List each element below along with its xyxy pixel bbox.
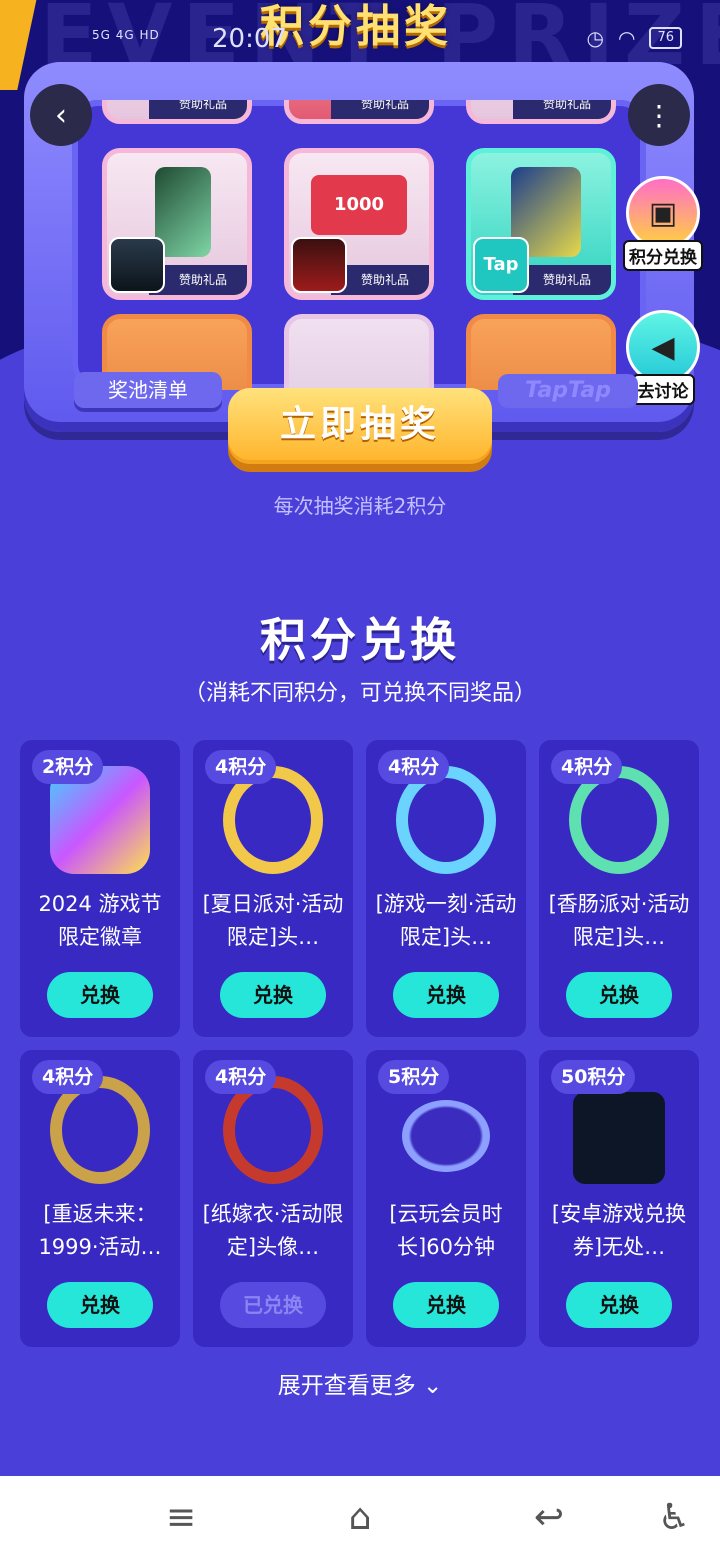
points-badge: 4积分 — [205, 750, 277, 784]
discuss-label: 去讨论 — [631, 374, 695, 405]
prize-pool-button[interactable]: 奖池清单 — [74, 372, 222, 408]
battery-icon: 76 — [649, 27, 682, 49]
more-vertical-icon: ⋮ — [645, 98, 673, 132]
back-button[interactable]: ‹ — [30, 84, 92, 146]
signal-icon: 5G 4G HD — [92, 28, 160, 42]
prize-slot: 赞助礼品 — [284, 100, 434, 124]
redeem-button[interactable]: 兑换 — [47, 1282, 153, 1328]
points-badge: 4积分 — [551, 750, 623, 784]
home-icon[interactable]: ⌂ — [336, 1496, 384, 1540]
exchange-card: 50积分 [安卓游戏兑换券]无处… 兑换 — [539, 1050, 699, 1347]
taptap-logo: Tap — [473, 237, 529, 293]
exchange-card: 4积分 [纸嫁衣·活动限定]头像… 已兑换 — [193, 1050, 353, 1347]
expand-more-button[interactable]: 展开查看更多 ⌄ — [0, 1366, 720, 1400]
exchange-card: 5积分 [云玩会员时长]60分钟 兑换 — [366, 1050, 526, 1347]
exchange-card: 4积分 [夏日派对·活动限定]头… 兑换 — [193, 740, 353, 1037]
system-navigation-bar: ≡ ⌂ ↩ ♿ — [0, 1476, 720, 1560]
item-name: [香肠派对·活动限定]头… — [548, 892, 690, 949]
taptap-brand-tag: TapTap — [498, 374, 638, 408]
redeemed-button: 已兑换 — [220, 1282, 326, 1328]
chevron-down-icon: ⌄ — [423, 1373, 443, 1399]
prize-slot-keychain: 赞助礼品 Tap — [466, 148, 616, 300]
status-bar: 5G 4G HD 20:07 ◷ ◠ 76 — [0, 24, 720, 58]
prize-slot: 赞助礼品 — [466, 100, 616, 124]
redeem-button[interactable]: 兑换 — [393, 1282, 499, 1328]
item-name: [纸嫁衣·活动限定]头像… — [202, 1202, 344, 1259]
prize-slot: 赞助礼品 — [102, 100, 252, 124]
alarm-icon: ◷ — [586, 26, 604, 50]
chevron-left-icon: ‹ — [55, 97, 67, 133]
draw-now-button[interactable]: 立即抽奖 — [228, 388, 492, 464]
points-exchange-label: 积分兑换 — [623, 240, 703, 271]
redeem-button[interactable]: 兑换 — [566, 1282, 672, 1328]
exchange-section-subtitle: （消耗不同积分，可兑换不同奖品） — [183, 681, 536, 706]
prize-slot-phone: 赞助礼品 — [102, 148, 252, 300]
points-badge: 50积分 — [551, 1060, 636, 1094]
points-exchange-shortcut[interactable]: ▣ 积分兑换 — [620, 176, 706, 272]
menu-icon[interactable]: ≡ — [157, 1496, 205, 1540]
item-name: [夏日派对·活动限定]头… — [202, 892, 344, 949]
game-thumbnail — [109, 237, 165, 293]
prize-slot-card: 1000 赞助礼品 — [284, 148, 434, 300]
item-name: 2024 游戏节限定徽章 — [38, 892, 162, 949]
expand-more-label: 展开查看更多 — [277, 1373, 416, 1399]
item-name: [安卓游戏兑换券]无处… — [551, 1202, 687, 1259]
points-badge: 5积分 — [378, 1060, 450, 1094]
points-badge: 4积分 — [205, 1060, 277, 1094]
redeem-button[interactable]: 兑换 — [566, 972, 672, 1018]
item-name: [云玩会员时长]60分钟 — [389, 1202, 503, 1259]
megaphone-icon: ◀ — [626, 310, 700, 384]
draw-cost-note: 每次抽奖消耗2积分 — [273, 494, 447, 518]
accessibility-icon[interactable]: ♿ — [650, 1496, 698, 1540]
back-icon[interactable]: ↩ — [525, 1496, 573, 1540]
prize-slot — [284, 314, 434, 390]
item-name: [重返未来：1999·活动… — [38, 1202, 162, 1259]
more-button[interactable]: ⋮ — [628, 84, 690, 146]
redeem-button[interactable]: 兑换 — [393, 972, 499, 1018]
prize-grid: 赞助礼品 赞助礼品 赞助礼品 赞助礼品 1000 赞助礼品 赞助礼品 Tap — [72, 100, 646, 390]
exchange-card: 4积分 [重返未来：1999·活动… 兑换 — [20, 1050, 180, 1347]
exchange-card: 4积分 [香肠派对·活动限定]头… 兑换 — [539, 740, 699, 1037]
redeem-button[interactable]: 兑换 — [220, 972, 326, 1018]
points-badge: 4积分 — [378, 750, 450, 784]
item-name: [游戏一刻·活动限定]头… — [375, 892, 517, 949]
gift-card-image: 1000 — [311, 175, 407, 235]
exchange-card: 4积分 [游戏一刻·活动限定]头… 兑换 — [366, 740, 526, 1037]
points-badge: 2积分 — [32, 750, 104, 784]
points-badge: 4积分 — [32, 1060, 104, 1094]
game-thumbnail — [291, 237, 347, 293]
membership-time-image — [402, 1100, 490, 1172]
clock: 20:07 — [212, 24, 287, 54]
wifi-icon: ◠ — [618, 26, 636, 50]
gift-bag-icon: ▣ — [626, 176, 700, 250]
game-voucher-image — [573, 1092, 665, 1184]
exchange-grid: 2积分 2024 游戏节限定徽章 兑换 4积分 [夏日派对·活动限定]头… 兑换… — [20, 740, 700, 1347]
redeem-button[interactable]: 兑换 — [47, 972, 153, 1018]
exchange-card: 2积分 2024 游戏节限定徽章 兑换 — [20, 740, 180, 1037]
exchange-section-title: 积分兑换 — [260, 613, 460, 667]
